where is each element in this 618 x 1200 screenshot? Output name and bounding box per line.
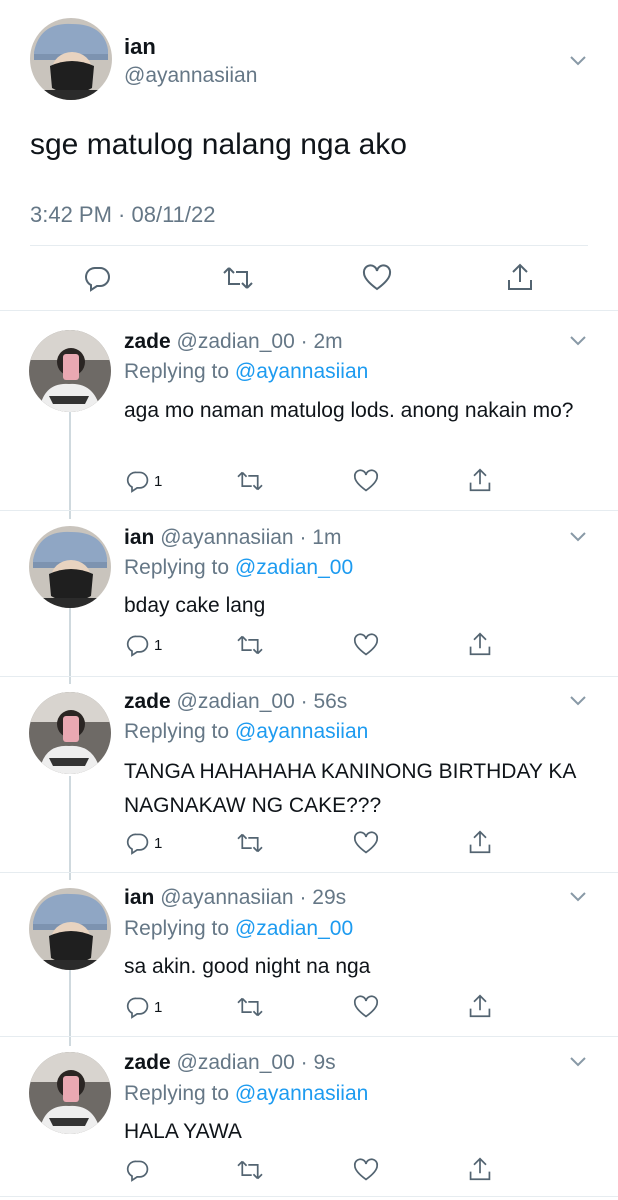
avatar-zade[interactable] xyxy=(29,692,111,774)
replying-to-handle[interactable]: @ayannasiian xyxy=(235,1082,368,1105)
replying-to-label: Replying to xyxy=(124,360,230,383)
reply-count: 1 xyxy=(154,473,163,490)
reply-author-name[interactable]: zade xyxy=(124,1051,171,1074)
divider xyxy=(0,676,618,677)
chevron-down-icon[interactable] xyxy=(568,530,588,544)
thread-line xyxy=(69,608,71,684)
reply-header: zade @zadian_00 · 2m xyxy=(124,330,343,354)
reply-header: ian @ayannasiian · 1m xyxy=(124,526,341,550)
replying-to-handle[interactable]: @zadian_00 xyxy=(235,556,353,579)
reply-text: bday cake lang xyxy=(124,594,266,617)
reply-author-handle[interactable]: @ayannasiian xyxy=(160,886,293,909)
reply-header: ian @ayannasiian · 29s xyxy=(124,886,346,910)
share-icon[interactable] xyxy=(506,262,534,292)
avatar-ian[interactable] xyxy=(29,888,111,970)
chevron-down-icon[interactable] xyxy=(568,694,588,708)
replying-to-label: Replying to xyxy=(124,720,230,743)
reply-author-handle[interactable]: @zadian_00 xyxy=(177,690,295,713)
like-icon[interactable] xyxy=(353,633,379,657)
reply-icon[interactable] xyxy=(84,264,112,292)
thread-line xyxy=(69,970,71,1046)
like-icon[interactable] xyxy=(353,469,379,493)
replying-to: Replying to @ayannasiian xyxy=(124,1082,368,1106)
reply-icon[interactable] xyxy=(126,1158,150,1182)
reply-count: 1 xyxy=(154,637,163,654)
divider xyxy=(0,510,618,511)
reply-time[interactable]: · 56s xyxy=(301,690,348,713)
thread-line xyxy=(69,412,71,519)
reply-author-name[interactable]: ian xyxy=(124,526,154,549)
reply-author-handle[interactable]: @zadian_00 xyxy=(177,1051,295,1074)
retweet-icon[interactable] xyxy=(222,264,254,292)
divider xyxy=(30,245,588,246)
replying-to: Replying to @zadian_00 xyxy=(124,556,353,580)
tweet-timestamp[interactable]: 3:42 PM · 08/11/22 xyxy=(30,202,216,228)
reply-count: 1 xyxy=(154,835,163,852)
reply-icon[interactable] xyxy=(126,995,150,1019)
reply-time[interactable]: · 29s xyxy=(299,886,346,909)
reply-icon[interactable] xyxy=(126,633,150,657)
replying-to-label: Replying to xyxy=(124,917,230,940)
reply-text: TANGA HAHAHAHA KANINONG BIRTHDAY KA NAGN… xyxy=(124,760,576,817)
reply-author-name[interactable]: zade xyxy=(124,690,171,713)
chevron-down-icon[interactable] xyxy=(568,1055,588,1069)
author-handle[interactable]: @ayannasiian xyxy=(124,64,257,88)
reply-icon[interactable] xyxy=(126,831,150,855)
retweet-icon[interactable] xyxy=(236,1158,264,1182)
retweet-icon[interactable] xyxy=(236,633,264,657)
reply-count: 1 xyxy=(154,999,163,1016)
like-icon[interactable] xyxy=(353,995,379,1019)
author-name[interactable]: ian xyxy=(124,34,156,60)
reply-author-handle[interactable]: @zadian_00 xyxy=(177,330,295,353)
tweet-text: sge matulog nalang nga ako xyxy=(30,128,407,161)
reply-author-handle[interactable]: @ayannasiian xyxy=(160,526,293,549)
replying-to-label: Replying to xyxy=(124,556,230,579)
thread-line xyxy=(69,776,71,880)
reply-header: zade @zadian_00 · 9s xyxy=(124,1051,336,1075)
divider xyxy=(0,1036,618,1037)
replying-to: Replying to @zadian_00 xyxy=(124,917,353,941)
divider xyxy=(0,872,618,873)
share-icon[interactable] xyxy=(468,828,492,856)
chevron-down-icon[interactable] xyxy=(568,890,588,904)
avatar-ian[interactable] xyxy=(29,526,111,608)
reply-time[interactable]: · 2m xyxy=(301,330,343,353)
share-icon[interactable] xyxy=(468,630,492,658)
chevron-down-icon[interactable] xyxy=(568,334,588,348)
share-icon[interactable] xyxy=(468,466,492,494)
avatar-ian[interactable] xyxy=(30,18,112,100)
reply-author-name[interactable]: zade xyxy=(124,330,171,353)
reply-text: sa akin. good night na nga xyxy=(124,955,371,978)
like-icon[interactable] xyxy=(362,264,392,292)
chevron-down-icon[interactable] xyxy=(568,54,588,68)
replying-to: Replying to @ayannasiian xyxy=(124,720,368,744)
retweet-icon[interactable] xyxy=(236,831,264,855)
divider xyxy=(0,1196,618,1197)
share-icon[interactable] xyxy=(468,992,492,1020)
replying-to-handle[interactable]: @ayannasiian xyxy=(235,720,368,743)
avatar-zade[interactable] xyxy=(29,1052,111,1134)
reply-icon[interactable] xyxy=(126,469,150,493)
like-icon[interactable] xyxy=(353,1158,379,1182)
share-icon[interactable] xyxy=(468,1155,492,1183)
reply-header: zade @zadian_00 · 56s xyxy=(124,690,347,714)
reply-text: aga mo naman matulog lods. anong nakain … xyxy=(124,399,574,422)
replying-to-label: Replying to xyxy=(124,1082,230,1105)
avatar-zade[interactable] xyxy=(29,330,111,412)
divider xyxy=(0,310,618,311)
replying-to-handle[interactable]: @ayannasiian xyxy=(235,360,368,383)
replying-to: Replying to @ayannasiian xyxy=(124,360,368,384)
reply-time[interactable]: · 1m xyxy=(299,526,341,549)
like-icon[interactable] xyxy=(353,831,379,855)
reply-author-name[interactable]: ian xyxy=(124,886,154,909)
retweet-icon[interactable] xyxy=(236,469,264,493)
reply-time[interactable]: · 9s xyxy=(301,1051,336,1074)
retweet-icon[interactable] xyxy=(236,995,264,1019)
reply-text: HALA YAWA xyxy=(124,1120,242,1143)
replying-to-handle[interactable]: @zadian_00 xyxy=(235,917,353,940)
